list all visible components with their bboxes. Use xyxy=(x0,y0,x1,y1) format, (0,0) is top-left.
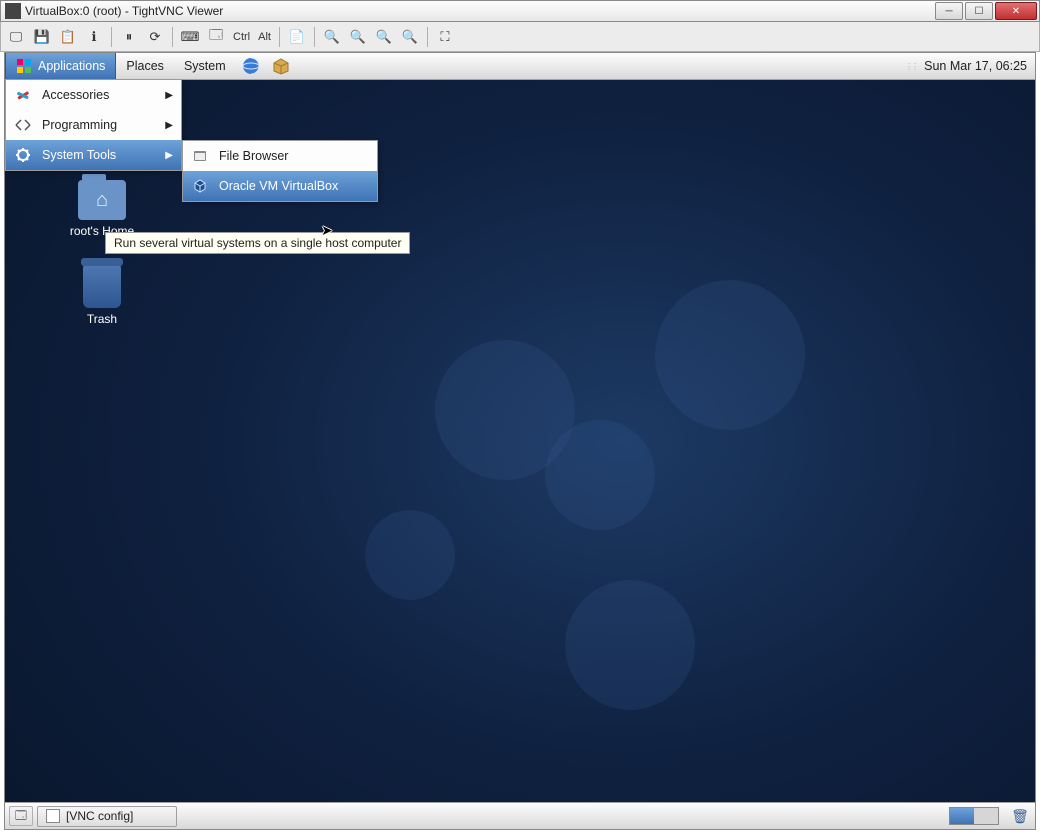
panel-trash-icon[interactable]: 🗑 xyxy=(1009,805,1031,827)
options-icon[interactable]: 📋 xyxy=(57,26,79,48)
menu-item-label: Programming xyxy=(42,118,117,132)
system-tools-icon xyxy=(14,146,32,164)
workspace-switcher[interactable] xyxy=(949,807,999,825)
submenu-arrow-icon: ▶ xyxy=(165,120,173,131)
toolbar-separator xyxy=(314,27,315,47)
menu-item-label: Accessories xyxy=(42,88,109,102)
window-titlebar: VirtualBox:0 (root) - TightVNC Viewer ─ … xyxy=(0,0,1040,22)
minimize-button[interactable]: ─ xyxy=(935,2,963,20)
programming-icon xyxy=(14,116,32,134)
menu-item-programming[interactable]: Programming ▶ xyxy=(6,110,181,140)
toolbar-separator xyxy=(279,27,280,47)
save-icon[interactable]: 💾 xyxy=(31,26,53,48)
ctrl-key-button[interactable]: Ctrl xyxy=(231,31,252,43)
places-menu[interactable]: Places xyxy=(116,53,174,79)
zoom-auto-icon[interactable]: 🔍 xyxy=(399,26,421,48)
show-desktop-button[interactable]: 🗔 xyxy=(9,806,33,826)
toolbar-separator xyxy=(427,27,428,47)
menu-item-label: System Tools xyxy=(42,148,116,162)
wallpaper-bokeh xyxy=(545,420,655,530)
folder-icon: ⌂ xyxy=(78,180,126,220)
trash-label: Trash xyxy=(57,312,147,326)
accessories-icon xyxy=(14,86,32,104)
submenu-item-label: File Browser xyxy=(219,149,288,163)
zoom-out-icon[interactable]: 🔍 xyxy=(347,26,369,48)
submenu-arrow-icon: ▶ xyxy=(165,150,173,161)
browser-launcher-icon[interactable] xyxy=(236,53,266,79)
app-icon xyxy=(5,3,21,19)
desktop[interactable]: ⌂ root's Home Trash Run several virtual … xyxy=(5,80,1035,802)
new-connection-icon[interactable]: 🖵 xyxy=(5,26,27,48)
virtualbox-icon xyxy=(191,177,209,195)
wallpaper-bokeh xyxy=(365,510,455,600)
system-menu[interactable]: System xyxy=(174,53,236,79)
window-title: VirtualBox:0 (root) - TightVNC Viewer xyxy=(25,4,935,18)
transfer-icon[interactable]: 📄 xyxy=(286,26,308,48)
zoom-in-icon[interactable]: 🔍 xyxy=(321,26,343,48)
ctrl-esc-icon[interactable]: 🗔 xyxy=(205,26,227,48)
applications-dropdown: Accessories ▶ Programming ▶ System Tools… xyxy=(5,80,182,171)
gnome-bottom-panel: 🗔 [VNC config] 🗑 xyxy=(5,802,1035,829)
panel-grip[interactable]: ⋮⋮ xyxy=(906,53,916,79)
zoom-100-icon[interactable]: 🔍 xyxy=(373,26,395,48)
window-buttons: ─ ☐ ✕ xyxy=(935,1,1039,21)
tooltip: Run several virtual systems on a single … xyxy=(105,232,410,254)
trash-icon[interactable]: Trash xyxy=(57,264,147,326)
close-button[interactable]: ✕ xyxy=(995,2,1037,20)
info-icon[interactable]: ℹ xyxy=(83,26,105,48)
maximize-button[interactable]: ☐ xyxy=(965,2,993,20)
wallpaper-bokeh xyxy=(655,280,805,430)
system-tools-submenu: File Browser Oracle VM VirtualBox xyxy=(182,140,378,202)
workspace-2[interactable] xyxy=(974,808,998,824)
menu-item-accessories[interactable]: Accessories ▶ xyxy=(6,80,181,110)
home-folder-icon[interactable]: ⌂ root's Home xyxy=(57,180,147,238)
places-label: Places xyxy=(126,59,164,73)
submenu-arrow-icon: ▶ xyxy=(165,90,173,101)
task-label: [VNC config] xyxy=(66,809,133,823)
taskbar-item-vnc-config[interactable]: [VNC config] xyxy=(37,806,177,827)
workspace-1[interactable] xyxy=(950,808,974,824)
cad-icon[interactable]: ⌨ xyxy=(179,26,201,48)
pause-icon[interactable]: ⏸ xyxy=(118,26,140,48)
panel-spacer xyxy=(296,53,907,79)
vnc-toolbar: 🖵 💾 📋 ℹ ⏸ ⟳ ⌨ 🗔 Ctrl Alt 📄 🔍 🔍 🔍 🔍 ⛶ xyxy=(0,22,1040,52)
trashcan-icon xyxy=(83,264,121,308)
alt-key-button[interactable]: Alt xyxy=(256,31,273,43)
menu-item-system-tools[interactable]: System Tools ▶ xyxy=(6,140,181,170)
home-glyph-icon: ⌂ xyxy=(78,180,126,220)
applications-menu[interactable]: Applications xyxy=(5,53,116,79)
system-label: System xyxy=(184,59,226,73)
fullscreen-icon[interactable]: ⛶ xyxy=(434,26,456,48)
submenu-item-virtualbox[interactable]: Oracle VM VirtualBox xyxy=(183,171,377,201)
task-window-icon xyxy=(46,809,60,823)
file-browser-icon xyxy=(191,147,209,165)
applications-label: Applications xyxy=(38,59,105,73)
refresh-icon[interactable]: ⟳ xyxy=(144,26,166,48)
gnome-top-panel: Applications Places System ⋮⋮ Sun Mar 17… xyxy=(5,53,1035,80)
applications-icon xyxy=(16,58,32,74)
submenu-item-label: Oracle VM VirtualBox xyxy=(219,179,338,193)
submenu-item-file-browser[interactable]: File Browser xyxy=(183,141,377,171)
toolbar-separator xyxy=(111,27,112,47)
wallpaper-bokeh xyxy=(565,580,695,710)
toolbar-separator xyxy=(172,27,173,47)
vnc-viewport: Applications Places System ⋮⋮ Sun Mar 17… xyxy=(4,52,1036,830)
clock[interactable]: Sun Mar 17, 06:25 xyxy=(916,53,1035,79)
package-launcher-icon[interactable] xyxy=(266,53,296,79)
